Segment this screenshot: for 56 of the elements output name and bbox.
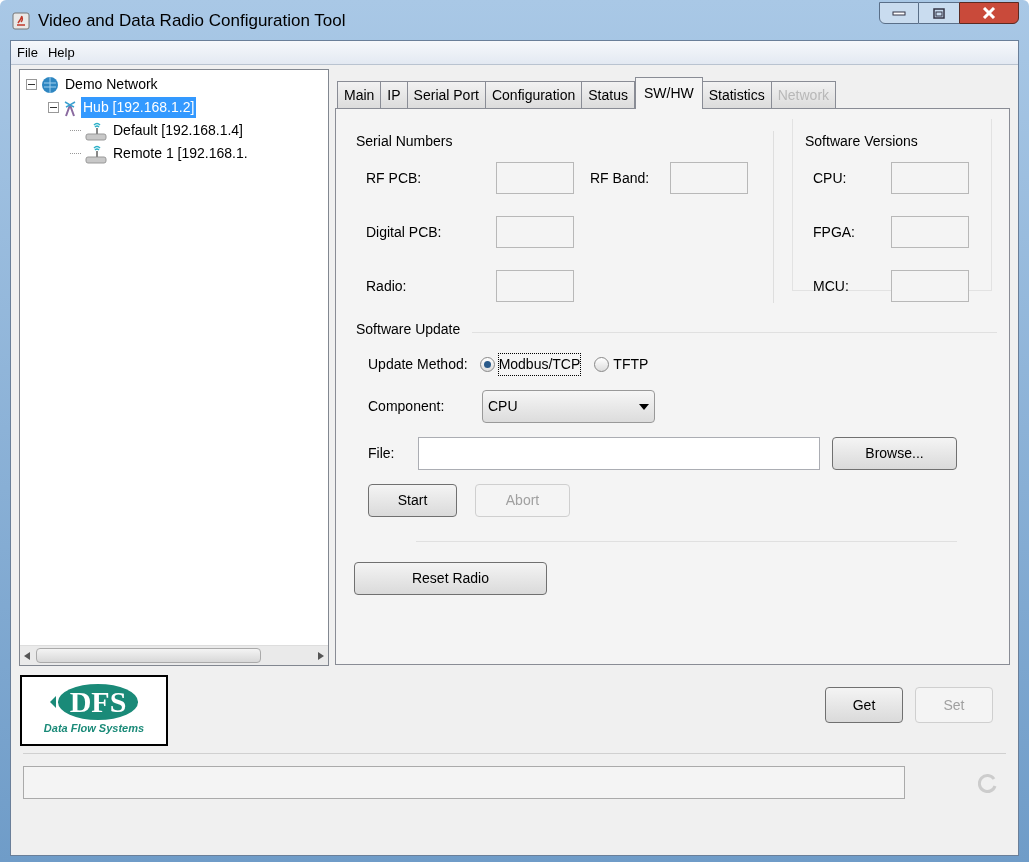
tree-item[interactable]: Demo Network — [63, 74, 160, 95]
maximize-button[interactable] — [919, 2, 959, 24]
tab[interactable]: Main — [337, 81, 382, 109]
group-title: Software Versions — [805, 132, 919, 151]
button[interactable]: Browse... — [832, 437, 957, 470]
radio-device-icon — [85, 143, 107, 164]
minimize-icon — [892, 10, 906, 16]
radio-button[interactable] — [479, 356, 495, 372]
horizontal-scrollbar[interactable] — [20, 645, 328, 665]
radio-device-icon — [85, 120, 107, 141]
field-label: File: — [368, 444, 396, 463]
button[interactable]: Start — [368, 484, 457, 517]
field-label: MCU: — [813, 276, 850, 296]
field-label: RF PCB: — [366, 168, 423, 188]
maximize-icon — [933, 7, 945, 19]
tab[interactable]: Serial Port — [406, 81, 486, 109]
scroll-left-icon[interactable] — [24, 651, 30, 660]
expander-icon[interactable] — [48, 102, 59, 113]
field-label: Update Method: — [368, 354, 468, 374]
radio-label[interactable]: Modbus/TCP — [498, 353, 581, 375]
field-label: Component: — [368, 397, 446, 416]
close-button[interactable] — [959, 2, 1019, 24]
radio-button[interactable] — [594, 356, 610, 372]
tab[interactable]: Status — [581, 81, 635, 109]
app-icon — [12, 12, 30, 30]
busy-indicator-icon — [978, 772, 998, 793]
menu-item[interactable]: Help — [45, 42, 77, 63]
window-title: Video and Data Radio Configuration Tool — [38, 10, 346, 33]
menu-item[interactable]: File — [15, 42, 40, 63]
radio-label[interactable]: TFTP — [613, 353, 649, 375]
dropdown-arrow-icon — [639, 403, 649, 410]
field-label: RF Band: — [589, 168, 651, 188]
antenna-icon — [63, 98, 77, 117]
group-title: Serial Numbers — [356, 132, 454, 151]
button[interactable]: Reset Radio — [354, 562, 547, 595]
field-label: FPGA: — [813, 222, 856, 242]
close-icon — [982, 7, 996, 19]
globe-icon — [41, 75, 59, 94]
component-dropdown[interactable]: CPU — [482, 390, 655, 423]
minimize-button[interactable] — [879, 2, 919, 24]
tree-item[interactable]: Default [192.168.1.4] — [111, 120, 245, 141]
logo: DFS Data Flow Systems — [20, 675, 168, 746]
group-title: Software Update — [356, 320, 461, 339]
field-label: Digital PCB: — [366, 222, 443, 242]
field-label: Radio: — [366, 276, 408, 296]
tree-item[interactable]: Remote 1 [192.168.1. — [111, 143, 250, 164]
tab[interactable]: IP — [380, 81, 408, 109]
button[interactable]: Get — [825, 687, 903, 723]
tab[interactable]: Statistics — [701, 81, 772, 109]
expander-icon[interactable] — [26, 79, 37, 90]
field-label: CPU: — [813, 168, 848, 188]
file-path-field[interactable] — [418, 437, 820, 470]
tab[interactable]: SW/HW — [634, 77, 703, 109]
scroll-right-icon[interactable] — [318, 651, 324, 660]
scroll-thumb[interactable] — [36, 648, 261, 663]
tab[interactable]: Configuration — [484, 81, 583, 109]
